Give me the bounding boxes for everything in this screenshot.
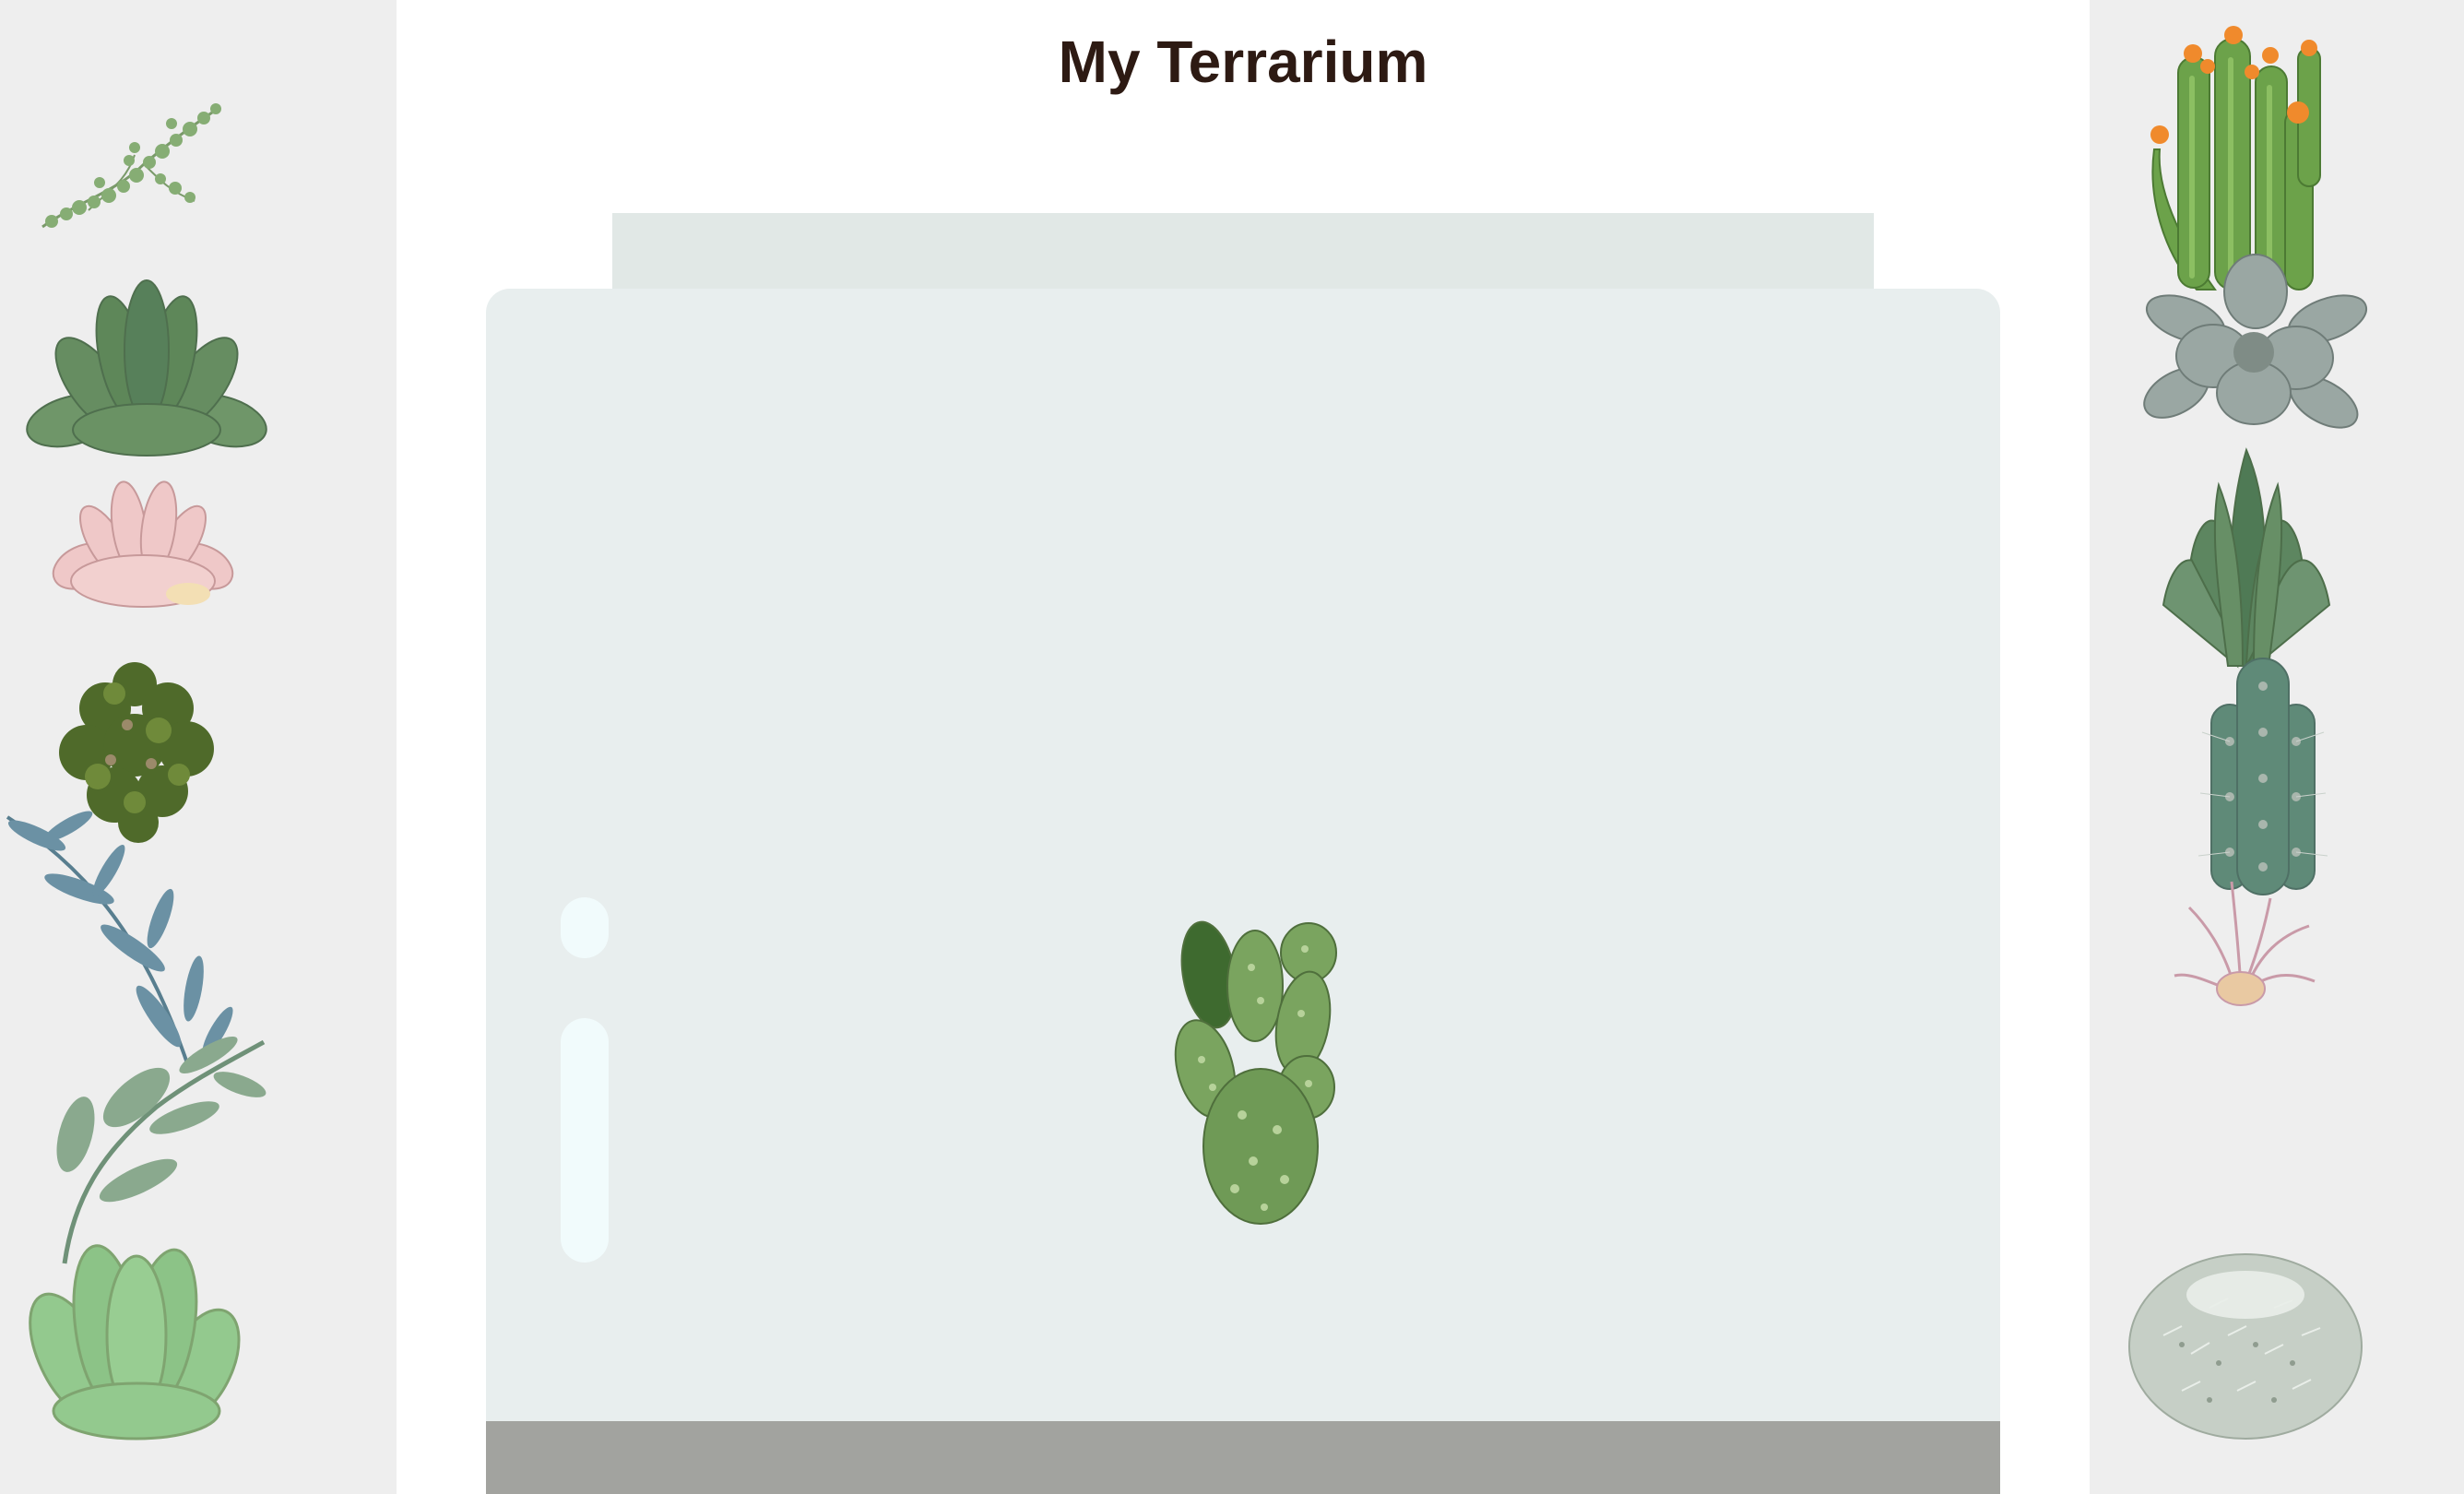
columnar-cactus-icon[interactable] [2193, 649, 2333, 900]
green-echeveria-icon[interactable] [26, 273, 267, 461]
pale-green-succulent-icon[interactable] [29, 1227, 241, 1441]
spiky-aloe-icon[interactable] [2154, 447, 2339, 670]
jar-glass [486, 289, 2000, 1494]
jar-bottom [486, 1421, 2000, 1494]
string-of-pearls-icon[interactable] [33, 90, 229, 234]
jar-top [612, 213, 1874, 290]
jar-glare-small [561, 897, 609, 958]
grey-rosette-succulent-icon[interactable] [2139, 254, 2374, 435]
flowering-cactus-icon[interactable] [2141, 20, 2326, 291]
round-barrel-cactus-icon[interactable] [2126, 1243, 2364, 1442]
right-plant-panel [2090, 0, 2464, 1494]
pink-echeveria-icon[interactable] [50, 478, 236, 612]
page-title: My Terrarium [1058, 29, 1428, 95]
air-plant-icon[interactable] [2171, 880, 2318, 1009]
jar-glare-long [561, 1018, 609, 1263]
prickly-pear-cactus-icon[interactable] [1168, 920, 1344, 1226]
left-plant-panel [0, 0, 397, 1494]
